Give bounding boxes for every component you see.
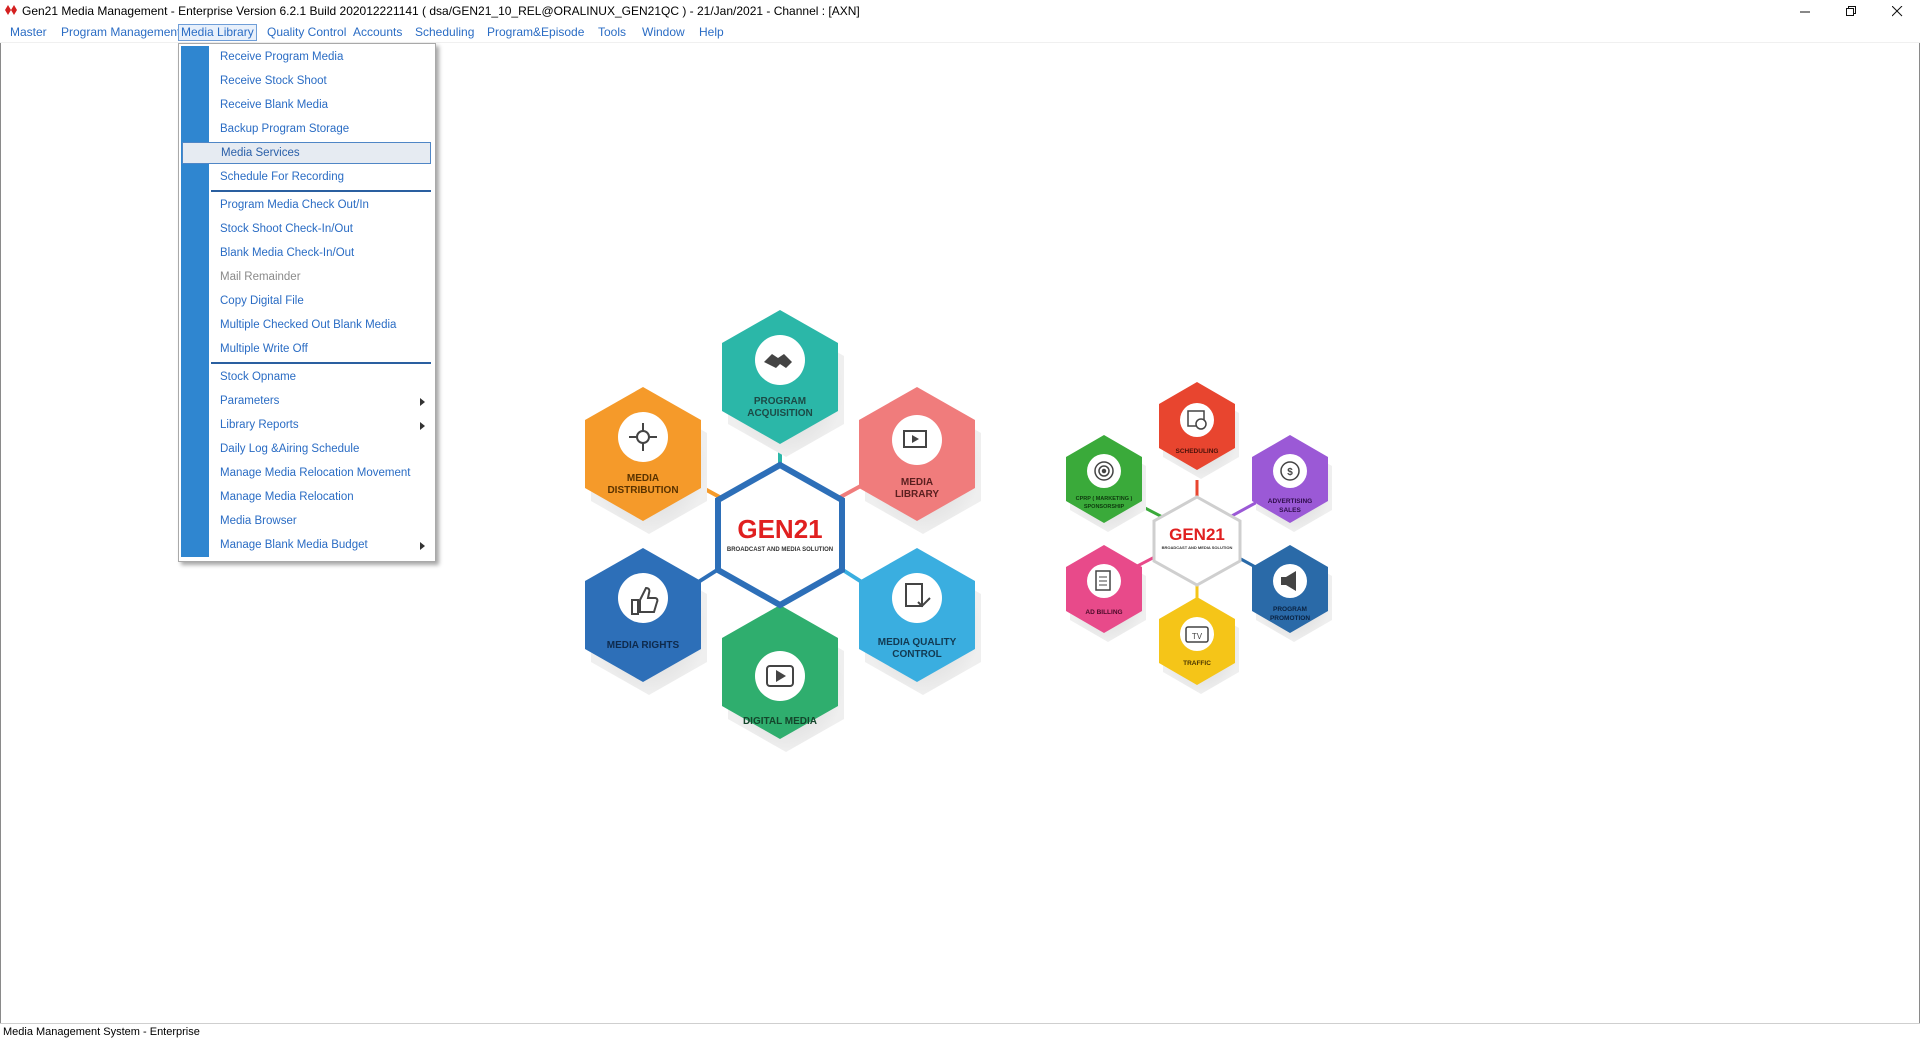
menuitem-label: Manage Blank Media Budget <box>220 539 368 551</box>
module-label: ACQUISITION <box>747 408 813 419</box>
module-media-distribution: MEDIA DISTRIBUTION <box>585 387 707 534</box>
menuitem-manage-blank-media-budget[interactable]: Manage Blank Media Budget <box>211 534 431 556</box>
menuitem-stock-opname[interactable]: Stock Opname <box>211 366 431 388</box>
module-label: MEDIA RIGHTS <box>607 640 680 651</box>
module-label: MEDIA <box>627 473 659 484</box>
menuitem-receive-stock-shoot[interactable]: Receive Stock Shoot <box>211 70 431 92</box>
module-traffic: TV TRAFFIC <box>1159 597 1239 694</box>
menuitem-receive-program-media[interactable]: Receive Program Media <box>211 46 431 68</box>
menuitem-media-browser[interactable]: Media Browser <box>211 510 431 532</box>
left-center-logo: GEN21 BROADCAST AND MEDIA SOLUTION <box>715 461 845 609</box>
module-media-rights: MEDIA RIGHTS <box>585 548 707 695</box>
module-program-promotion: PROGRAM PROMOTION <box>1252 545 1332 642</box>
menuitem-label: Library Reports <box>220 419 299 431</box>
right-module-diagram: SCHEDULING $ ADVERTISING SALES PROGRAM P… <box>1066 382 1332 694</box>
menu-separator <box>211 190 431 192</box>
module-ad-billing: AD BILLING <box>1066 545 1146 642</box>
module-label: CONTROL <box>892 649 941 660</box>
menuitem-multiple-write-off[interactable]: Multiple Write Off <box>211 338 431 360</box>
menuitem-multiple-checked-out-blank-media[interactable]: Multiple Checked Out Blank Media <box>211 314 431 336</box>
menuitem-program-media-check-out-in[interactable]: Program Media Check Out/In <box>211 194 431 216</box>
module-label: PROMOTION <box>1270 615 1310 622</box>
module-label: TRAFFIC <box>1183 660 1211 667</box>
menuitem-daily-log-airing-schedule[interactable]: Daily Log &Airing Schedule <box>211 438 431 460</box>
module-label: PROGRAM <box>754 396 806 407</box>
module-cprp-sponsorship: CPRP ( MARKETING ) SPONSORSHIP <box>1066 435 1146 532</box>
module-label: DIGITAL MEDIA <box>743 716 817 727</box>
menuitem-manage-media-relocation[interactable]: Manage Media Relocation <box>211 486 431 508</box>
module-label: MEDIA <box>901 477 933 488</box>
module-label: MEDIA QUALITY <box>878 637 957 648</box>
menu-separator <box>211 362 431 364</box>
menuitem-backup-program-storage[interactable]: Backup Program Storage <box>211 118 431 140</box>
module-advertising-sales: $ ADVERTISING SALES <box>1252 435 1332 532</box>
submenu-arrow-icon <box>420 398 425 406</box>
module-label: PROGRAM <box>1273 606 1307 613</box>
menuitem-media-services[interactable]: Media Services <box>182 142 431 164</box>
module-label: AD BILLING <box>1085 609 1122 616</box>
menuitem-parameters[interactable]: Parameters <box>211 390 431 412</box>
module-label: DISTRIBUTION <box>607 485 678 496</box>
menuitem-manage-media-relocation-movement[interactable]: Manage Media Relocation Movement <box>211 462 431 484</box>
brand-tagline: BROADCAST AND MEDIA SOLUTION <box>1162 545 1233 550</box>
module-label: SALES <box>1279 507 1301 514</box>
brand-tagline: BROADCAST AND MEDIA SOLUTION <box>727 547 833 553</box>
module-label: SPONSORSHIP <box>1084 504 1125 510</box>
menuitem-receive-blank-media[interactable]: Receive Blank Media <box>211 94 431 116</box>
module-media-quality-control: MEDIA QUALITY CONTROL <box>859 548 981 695</box>
module-label: CPRP ( MARKETING ) <box>1076 496 1133 502</box>
dropdown-icon-strip <box>181 46 209 557</box>
status-bar: Media Management System - Enterprise <box>0 1023 1920 1041</box>
brand-text: GEN21 <box>1169 525 1225 544</box>
submenu-arrow-icon <box>420 542 425 550</box>
module-media-library: MEDIA LIBRARY <box>859 387 981 534</box>
module-label: SCHEDULING <box>1176 448 1219 455</box>
module-scheduling: SCHEDULING <box>1159 382 1239 479</box>
menuitem-library-reports[interactable]: Library Reports <box>211 414 431 436</box>
module-label: ADVERTISING <box>1268 498 1312 505</box>
menuitem-label: Parameters <box>220 395 280 407</box>
menuitem-mail-remainder: Mail Remainder <box>220 271 301 283</box>
right-center-logo: GEN21 BROADCAST AND MEDIA SOLUTION <box>1152 495 1242 587</box>
menuitem-blank-media-check-in-out[interactable]: Blank Media Check-In/Out <box>211 242 431 264</box>
status-text: Media Management System - Enterprise <box>3 1026 200 1038</box>
submenu-arrow-icon <box>420 422 425 430</box>
menuitem-stock-shoot-check-in-out[interactable]: Stock Shoot Check-In/Out <box>211 218 431 240</box>
module-program-acquisition: PROGRAM ACQUISITION <box>722 310 844 457</box>
svg-text:TV: TV <box>1192 632 1203 641</box>
left-module-diagram: PROGRAM ACQUISITION MEDIA LIBRARY MEDIA … <box>585 310 981 752</box>
module-digital-media: DIGITAL MEDIA <box>722 605 844 752</box>
media-library-dropdown: Receive Program Media Receive Stock Shoo… <box>178 43 436 562</box>
module-label: LIBRARY <box>895 489 939 500</box>
brand-text: GEN21 <box>737 514 822 544</box>
svg-text:$: $ <box>1287 467 1293 478</box>
menuitem-schedule-for-recording[interactable]: Schedule For Recording <box>211 166 431 188</box>
menuitem-copy-digital-file[interactable]: Copy Digital File <box>211 290 431 312</box>
